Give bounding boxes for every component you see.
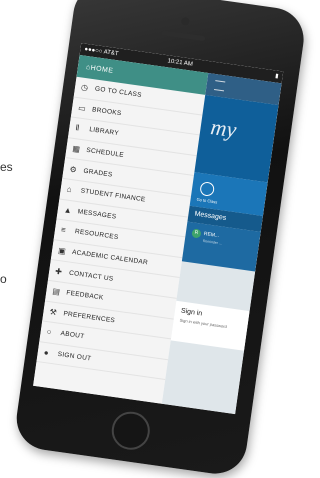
hamburger-icon[interactable] (214, 80, 226, 92)
about-icon: ○ (46, 327, 53, 338)
menu-item-label: STUDENT FINANCE (80, 187, 146, 204)
signout-icon: ● (43, 347, 50, 358)
bank-icon: ⌂ (66, 184, 73, 195)
menu-item-label: BROOKS (91, 106, 122, 118)
clock-icon (199, 181, 216, 197)
clock-icon: ◷ (80, 82, 89, 93)
sign-in-card[interactable]: Sign in Sign in with your password (170, 300, 250, 351)
message-title: REM... (203, 231, 220, 240)
brand-banner: my (194, 94, 279, 183)
grades-icon: ⚙ (69, 164, 78, 175)
calendar-icon: ▦ (71, 143, 81, 155)
tile-label: Go to Class (196, 196, 218, 205)
menu-item-label: FEEDBACK (65, 289, 104, 302)
background-text-o: o (0, 272, 7, 286)
book-icon: ▭ (77, 103, 87, 114)
resources-icon: ≡ (60, 225, 67, 236)
message-subtitle: Reminder ... (202, 238, 223, 246)
phone-device: ●●●○○ AT&T 10:21 AM ▮ ⌂ HOME ◷ GO TO CLAS… (12, 0, 308, 478)
menu-item-label: ABOUT (60, 330, 85, 341)
academic-calendar-icon: ▣ (57, 245, 67, 256)
brand-logo-text: my (209, 114, 239, 143)
menu-item-label: HOME (90, 64, 114, 75)
home-button[interactable] (109, 409, 153, 453)
background-text-es: es (0, 160, 13, 174)
menu-item-label: LIBRARY (88, 126, 120, 138)
menu-item-label: SIGN OUT (57, 350, 92, 363)
menu-item-label: GRADES (83, 167, 113, 179)
battery-icon: ▮ (274, 73, 279, 80)
sign-in-title: Sign in (180, 307, 203, 318)
menu-item-label: SCHEDULE (85, 146, 125, 160)
menu-item-label: PREFERENCES (62, 310, 116, 325)
menu-item-label: MESSAGES (77, 208, 117, 221)
feedback-icon: ▤ (51, 286, 61, 297)
camera-icon (180, 16, 190, 26)
library-icon: Ⅱ (74, 123, 81, 134)
menu-item-label: GO TO CLASS (94, 85, 143, 100)
speaker-grille (161, 30, 206, 42)
messages-icon: ▲ (63, 205, 73, 216)
contact-icon: ✚ (54, 266, 63, 277)
menu-item-label: RESOURCES (74, 228, 119, 242)
phone-screen: ●●●○○ AT&T 10:21 AM ▮ ⌂ HOME ◷ GO TO CLAS… (33, 43, 284, 415)
message-badge: R (191, 228, 202, 239)
menu-item-label: CONTACT US (68, 269, 114, 283)
sign-in-subtitle: Sign in with your password (179, 317, 228, 330)
preferences-icon: ⚒ (48, 307, 58, 318)
